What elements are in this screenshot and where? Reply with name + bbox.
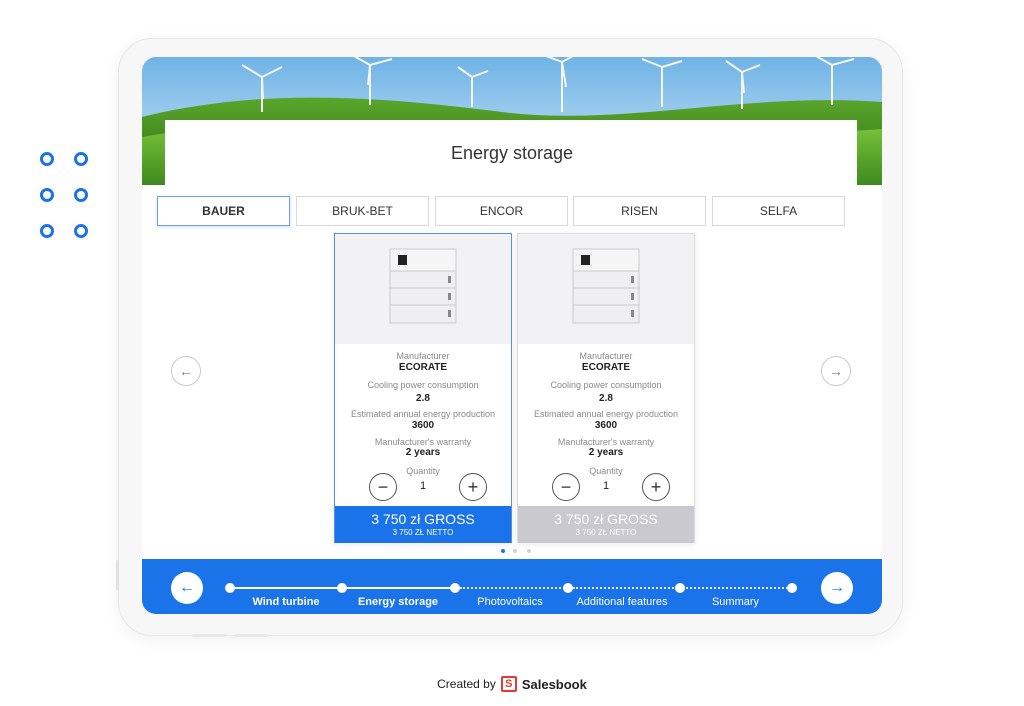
next-step-button[interactable]: → bbox=[821, 572, 853, 604]
product-card[interactable]: Manufacturer ECORATE Cooling power consu… bbox=[517, 233, 695, 543]
step-connector-todo bbox=[460, 587, 568, 589]
cooling-value: 2.8 bbox=[599, 393, 613, 404]
production-label: Estimated annual energy production bbox=[350, 409, 496, 419]
step-label-wind-turbine[interactable]: Wind turbine bbox=[250, 596, 322, 608]
decor-dot bbox=[74, 188, 88, 202]
cooling-label: Cooling power consumption bbox=[367, 380, 479, 390]
step-label-photovoltaics[interactable]: Photovoltaics bbox=[473, 596, 547, 608]
product-image bbox=[518, 234, 694, 344]
arrow-right-icon: → bbox=[829, 363, 843, 379]
previous-step-button[interactable]: ← bbox=[171, 572, 203, 604]
tablet-bottom-notch bbox=[234, 634, 268, 637]
price-panel: 3 750 zł GROSS 3 750 ZŁ NETTO bbox=[335, 506, 511, 543]
manufacturer-value: ECORATE bbox=[398, 362, 448, 373]
production-value: 3600 bbox=[411, 420, 435, 431]
product-card[interactable]: Manufacturer ECORATE Cooling power consu… bbox=[334, 233, 512, 543]
pager-dot-active[interactable] bbox=[501, 549, 505, 553]
manufacturer-label: Manufacturer bbox=[579, 351, 633, 361]
battery-storage-icon bbox=[389, 248, 457, 324]
step-dot-energy-storage[interactable] bbox=[337, 583, 347, 593]
carousel-prev-button[interactable]: ← bbox=[171, 356, 201, 386]
step-dot-photovoltaics[interactable] bbox=[450, 583, 460, 593]
app-screen: Energy storage BAUER BRUK-BET ENCOR RISE… bbox=[142, 57, 882, 614]
warranty-value: 2 years bbox=[588, 447, 624, 458]
manufacturer-label: Manufacturer bbox=[396, 351, 450, 361]
arrow-right-icon: → bbox=[829, 579, 845, 596]
plus-icon: + bbox=[650, 476, 662, 497]
step-connector-done bbox=[347, 587, 455, 589]
credit-prefix: Created by bbox=[437, 677, 496, 691]
page-title: Energy storage bbox=[450, 143, 574, 163]
step-label-summary[interactable]: Summary bbox=[708, 596, 763, 608]
plus-icon: + bbox=[467, 476, 479, 497]
tab-selfa[interactable]: SELFA bbox=[712, 196, 845, 226]
warranty-label: Manufacturer's warranty bbox=[557, 437, 655, 447]
increase-quantity-button[interactable]: + bbox=[642, 473, 670, 501]
quantity-label: Quantity bbox=[589, 466, 623, 476]
step-navigation-bar: ← Wind turbine Energy storage Photovolta… bbox=[142, 559, 882, 614]
cooling-label: Cooling power consumption bbox=[550, 380, 662, 390]
warranty-label: Manufacturer's warranty bbox=[374, 437, 472, 447]
manufacturer-value: ECORATE bbox=[581, 362, 631, 373]
pager-dot[interactable] bbox=[527, 549, 531, 553]
quantity-label: Quantity bbox=[406, 466, 440, 476]
production-label: Estimated annual energy production bbox=[533, 409, 679, 419]
decor-dot bbox=[74, 152, 88, 166]
step-dot-wind-turbine[interactable] bbox=[225, 583, 235, 593]
logo-letter: S bbox=[505, 678, 513, 690]
cooling-value: 2.8 bbox=[416, 393, 430, 404]
credit-brand: Salesbook bbox=[521, 676, 587, 692]
tablet-side-button bbox=[116, 560, 119, 590]
increase-quantity-button[interactable]: + bbox=[459, 473, 487, 501]
production-value: 3600 bbox=[594, 420, 618, 431]
price-netto: 3 750 ZŁ NETTO bbox=[392, 528, 454, 537]
price-gross: 3 750 zł GROSS bbox=[554, 511, 658, 527]
price-gross: 3 750 zł GROSS bbox=[371, 511, 475, 527]
tab-risen[interactable]: RISEN bbox=[573, 196, 706, 226]
step-label-energy-storage[interactable]: Energy storage bbox=[354, 596, 442, 608]
price-netto: 3 750 ZŁ NETTO bbox=[575, 528, 637, 537]
tab-encor[interactable]: ENCOR bbox=[435, 196, 568, 226]
decor-dot bbox=[74, 224, 88, 238]
decor-dot bbox=[40, 152, 54, 166]
step-dot-summary[interactable] bbox=[787, 583, 797, 593]
tab-bauer[interactable]: BAUER bbox=[157, 196, 290, 226]
warranty-value: 2 years bbox=[405, 447, 441, 458]
decor-dot bbox=[40, 188, 54, 202]
arrow-left-icon: ← bbox=[179, 363, 193, 379]
carousel-next-button[interactable]: → bbox=[821, 356, 851, 386]
tablet-bottom-notch bbox=[192, 634, 226, 637]
battery-storage-icon bbox=[572, 248, 640, 324]
pager-dot[interactable] bbox=[513, 549, 517, 553]
step-label-additional-features[interactable]: Additional features bbox=[570, 596, 674, 608]
step-connector-todo bbox=[573, 587, 681, 589]
salesbook-logo-icon: S bbox=[500, 676, 517, 692]
price-panel: 3 750 zł GROSS 3 750 ZŁ NETTO bbox=[518, 506, 694, 543]
product-image bbox=[335, 234, 511, 344]
created-by-credit: Created by S Salesbook bbox=[0, 676, 1024, 692]
arrow-left-icon: ← bbox=[179, 579, 195, 596]
step-dot-summary-left[interactable] bbox=[675, 583, 685, 593]
tab-bruk-bet[interactable]: BRUK-BET bbox=[296, 196, 429, 226]
decorative-dot-grid bbox=[36, 148, 96, 244]
step-connector-done bbox=[233, 587, 342, 589]
step-connector-todo bbox=[686, 587, 792, 589]
step-dot-additional-features[interactable] bbox=[563, 583, 573, 593]
decor-dot bbox=[40, 224, 54, 238]
